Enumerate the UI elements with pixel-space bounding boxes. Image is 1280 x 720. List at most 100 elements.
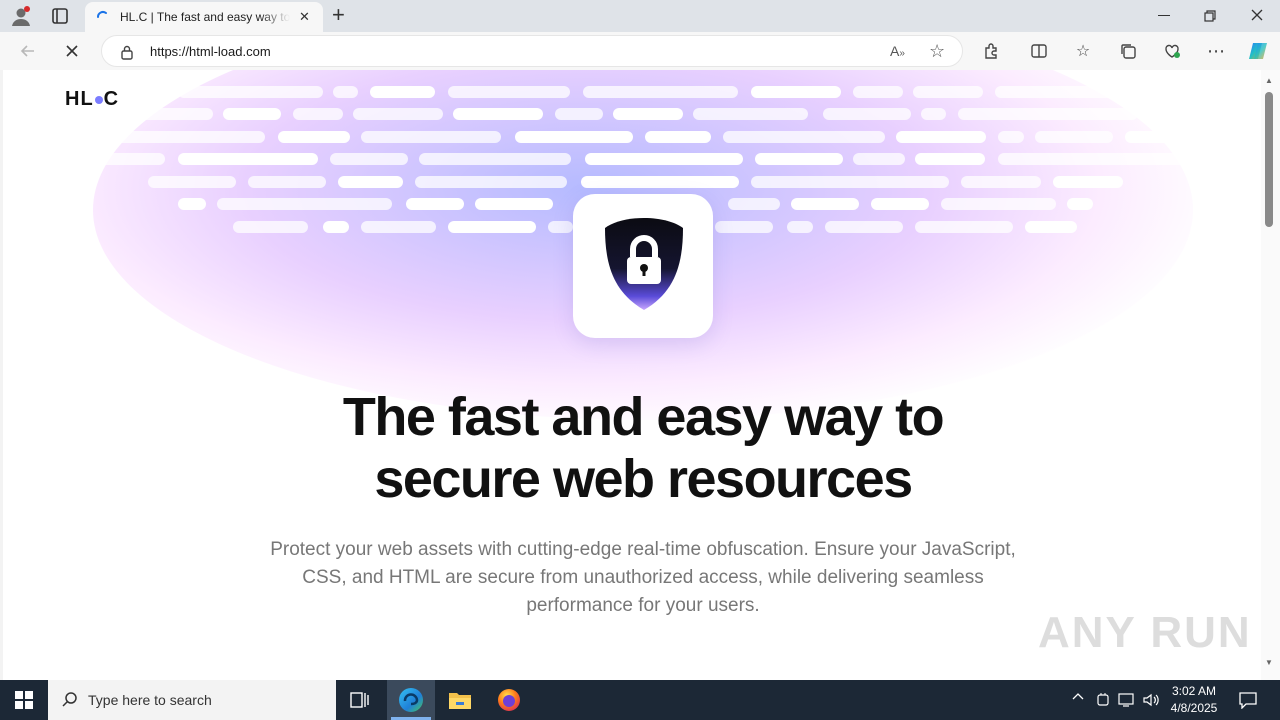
- file-explorer-icon[interactable]: [448, 690, 472, 710]
- code-line: [787, 221, 813, 233]
- code-line: [823, 108, 911, 120]
- tray-device-icon[interactable]: [1096, 692, 1110, 708]
- task-view-icon[interactable]: [350, 691, 370, 709]
- close-window-icon[interactable]: [1250, 8, 1264, 22]
- profile-icon[interactable]: [10, 5, 32, 27]
- new-tab-button[interactable]: +: [332, 2, 345, 28]
- logo-dot: [94, 96, 103, 104]
- anyrun-watermark: ANY RUN: [1038, 608, 1252, 657]
- code-line: [751, 86, 841, 98]
- restore-icon[interactable]: [1204, 9, 1216, 22]
- code-line: [998, 131, 1024, 143]
- scroll-down-icon[interactable]: ▼: [1265, 658, 1273, 667]
- taskbar-search-box[interactable]: Type here to search: [48, 680, 336, 720]
- tab-title-fade: [260, 6, 290, 28]
- clock-date: 4/8/2025: [1170, 701, 1218, 715]
- volume-icon[interactable]: [1142, 692, 1160, 708]
- code-line: [233, 221, 308, 233]
- code-line: [958, 108, 1138, 120]
- code-line: [791, 198, 859, 210]
- code-line: [613, 108, 683, 120]
- code-line: [475, 198, 553, 210]
- lock-icon[interactable]: [120, 44, 134, 60]
- read-aloud-icon[interactable]: A»: [890, 43, 905, 59]
- clock-time: 3:02 AM: [1171, 684, 1217, 698]
- show-hidden-icons[interactable]: [1071, 690, 1085, 707]
- code-line: [178, 86, 323, 98]
- scroll-up-icon[interactable]: ▲: [1265, 76, 1273, 85]
- code-line: [338, 176, 403, 188]
- favorite-star-icon[interactable]: ☆: [929, 41, 945, 62]
- code-line: [548, 221, 573, 233]
- code-line: [995, 86, 1190, 98]
- code-line: [178, 153, 318, 165]
- shield-lock-icon: [603, 216, 685, 312]
- code-line: [293, 108, 343, 120]
- code-line: [853, 86, 903, 98]
- logo-text-left: HL: [65, 88, 94, 110]
- code-line: [333, 86, 358, 98]
- notification-icon[interactable]: [1238, 691, 1258, 710]
- code-line: [825, 221, 903, 233]
- code-line: [581, 176, 739, 188]
- code-line: [583, 86, 738, 98]
- search-icon: [61, 691, 79, 709]
- code-line: [755, 153, 843, 165]
- code-line: [278, 131, 350, 143]
- browser-toolbar: https://html-load.com A» ☆ ☆ ⋯: [0, 32, 1280, 70]
- code-line: [998, 153, 1188, 165]
- code-line: [415, 176, 567, 188]
- firefox-icon[interactable]: [497, 688, 521, 712]
- taskbar-clock[interactable]: 3:02 AM 4/8/2025: [1162, 683, 1226, 717]
- back-icon[interactable]: [16, 39, 40, 63]
- code-line: [915, 153, 985, 165]
- network-icon[interactable]: [1118, 692, 1136, 708]
- logo-text-right: C: [103, 88, 120, 110]
- code-line: [693, 108, 808, 120]
- more-options-icon[interactable]: ⋯: [1204, 39, 1228, 63]
- code-line: [248, 176, 326, 188]
- edge-browser-icon: [398, 687, 424, 713]
- code-line: [723, 131, 885, 143]
- code-line: [406, 198, 464, 210]
- code-line: [555, 108, 603, 120]
- copilot-icon[interactable]: [1246, 39, 1270, 63]
- tab-actions-icon[interactable]: [51, 7, 69, 25]
- code-line: [95, 131, 265, 143]
- taskbar-edge-active[interactable]: [387, 680, 435, 720]
- code-line: [419, 153, 571, 165]
- hero-subtext: Protect your web assets with cutting-edg…: [270, 539, 1016, 616]
- site-logo[interactable]: HL C: [65, 88, 119, 111]
- browser-tab-bar: HL.C | The fast and easy way to secure w…: [0, 0, 1280, 32]
- code-line: [323, 221, 349, 233]
- code-line: [361, 131, 501, 143]
- hero-headline: The fast and easy way to secure web reso…: [243, 386, 1043, 510]
- close-tab-icon[interactable]: ✕: [299, 9, 310, 25]
- code-line: [453, 108, 543, 120]
- code-line: [217, 198, 392, 210]
- code-line: [1125, 131, 1183, 143]
- favorites-icon[interactable]: ☆: [1071, 39, 1095, 63]
- scroll-thumb[interactable]: [1265, 92, 1273, 227]
- code-line: [361, 221, 436, 233]
- windows-start-icon[interactable]: [15, 691, 33, 709]
- code-line: [448, 86, 570, 98]
- code-line: [448, 221, 536, 233]
- url-text[interactable]: https://html-load.com: [150, 44, 271, 59]
- code-line: [645, 131, 711, 143]
- address-bar[interactable]: https://html-load.com A» ☆: [101, 35, 963, 67]
- page-scrollbar[interactable]: ▲ ▼: [1261, 70, 1280, 680]
- collections-icon[interactable]: [1116, 39, 1140, 63]
- active-tab[interactable]: HL.C | The fast and easy way to secure w…: [85, 2, 323, 32]
- stop-loading-icon[interactable]: [60, 39, 84, 63]
- loading-spinner-icon: [95, 9, 111, 25]
- extensions-icon[interactable]: [979, 39, 1003, 63]
- code-line: [1053, 176, 1123, 188]
- code-line: [913, 86, 983, 98]
- browser-essentials-icon[interactable]: [1160, 39, 1184, 63]
- code-line: [961, 176, 1041, 188]
- minimize-icon[interactable]: [1158, 15, 1170, 16]
- headline-line-2: secure web resources: [374, 449, 913, 509]
- code-line: [715, 221, 773, 233]
- split-screen-icon[interactable]: [1027, 39, 1051, 63]
